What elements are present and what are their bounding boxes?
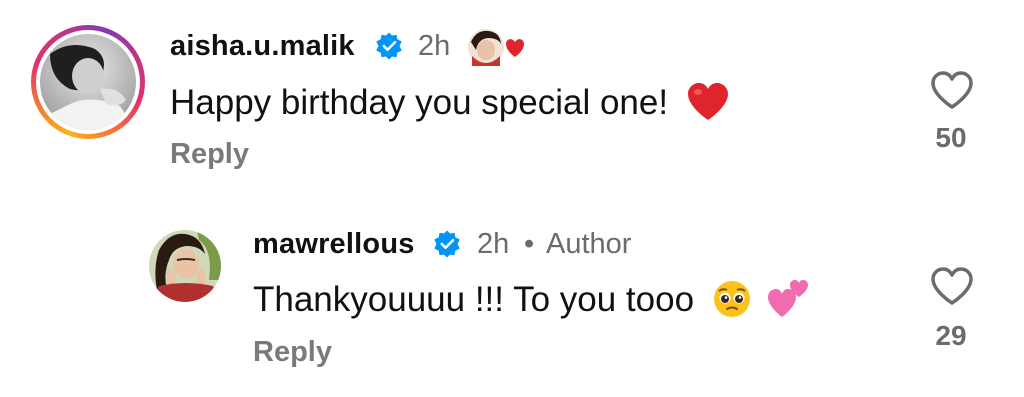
avatar[interactable]	[149, 230, 221, 302]
comment-text: Thankyouuuu !!! To you tooo	[253, 279, 810, 320]
heart-outline-icon[interactable]	[930, 266, 974, 306]
avatar-story-ring[interactable]	[31, 25, 145, 139]
author-liked-badge	[466, 27, 524, 67]
timestamp: 2h	[477, 228, 510, 260]
comment-item: aisha.u.malik 2h Happy birthday you spec…	[0, 0, 1024, 200]
like-count: 50	[935, 122, 967, 153]
reply-button[interactable]: Reply	[170, 138, 249, 171]
avatar	[40, 34, 136, 130]
reply-button[interactable]: Reply	[253, 336, 332, 369]
author-label: Author	[546, 228, 632, 260]
timestamp: 2h	[418, 30, 451, 62]
verified-badge-icon	[434, 230, 460, 258]
comment-text: Happy birthday you special one!	[170, 82, 730, 123]
separator-dot: •	[524, 228, 535, 260]
username[interactable]: aisha.u.malik	[170, 30, 355, 63]
reply-comment-item: mawrellous 2h • Author Thankyouuuu !!! T…	[0, 200, 1024, 397]
username[interactable]: mawrellous	[253, 228, 415, 261]
verified-badge-icon	[376, 32, 402, 60]
heart-outline-icon[interactable]	[930, 70, 974, 110]
like-count: 29	[935, 320, 967, 351]
red-heart-emoji	[687, 82, 728, 120]
two-hearts-emoji	[767, 279, 808, 317]
pleading-face-emoji	[713, 280, 750, 317]
